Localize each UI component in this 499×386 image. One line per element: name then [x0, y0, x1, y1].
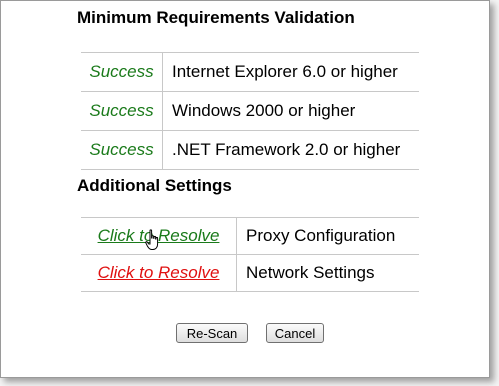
- requirement-label: Windows 2000 or higher: [172, 101, 356, 120]
- setting-label: Proxy Configuration: [246, 226, 396, 245]
- setting-label: Network Settings: [246, 263, 375, 282]
- additional-settings-table: Click to Resolve Proxy Configuration Cli…: [81, 217, 419, 292]
- requirement-row: Success .NET Framework 2.0 or higher: [81, 131, 419, 170]
- requirements-table: Success Internet Explorer 6.0 or higher …: [81, 52, 419, 170]
- requirement-status: Success: [81, 92, 163, 130]
- requirement-label: .NET Framework 2.0 or higher: [172, 140, 401, 159]
- setting-row: Click to Resolve Proxy Configuration: [81, 217, 419, 255]
- requirements-heading: Minimum Requirements Validation: [77, 8, 355, 27]
- additional-settings-heading: Additional Settings: [77, 176, 232, 195]
- resolve-network-link[interactable]: Click to Resolve: [81, 255, 237, 291]
- cancel-button[interactable]: Cancel: [266, 323, 324, 343]
- requirement-label: Internet Explorer 6.0 or higher: [172, 62, 398, 81]
- requirement-status: Success: [81, 131, 163, 169]
- requirement-row: Success Internet Explorer 6.0 or higher: [81, 52, 419, 92]
- requirement-status: Success: [81, 53, 163, 91]
- hand-pointer-icon: [145, 229, 159, 250]
- rescan-button[interactable]: Re-Scan: [176, 323, 248, 343]
- setting-row: Click to Resolve Network Settings: [81, 255, 419, 292]
- validation-panel: Minimum Requirements Validation Success …: [0, 0, 490, 378]
- requirement-row: Success Windows 2000 or higher: [81, 92, 419, 131]
